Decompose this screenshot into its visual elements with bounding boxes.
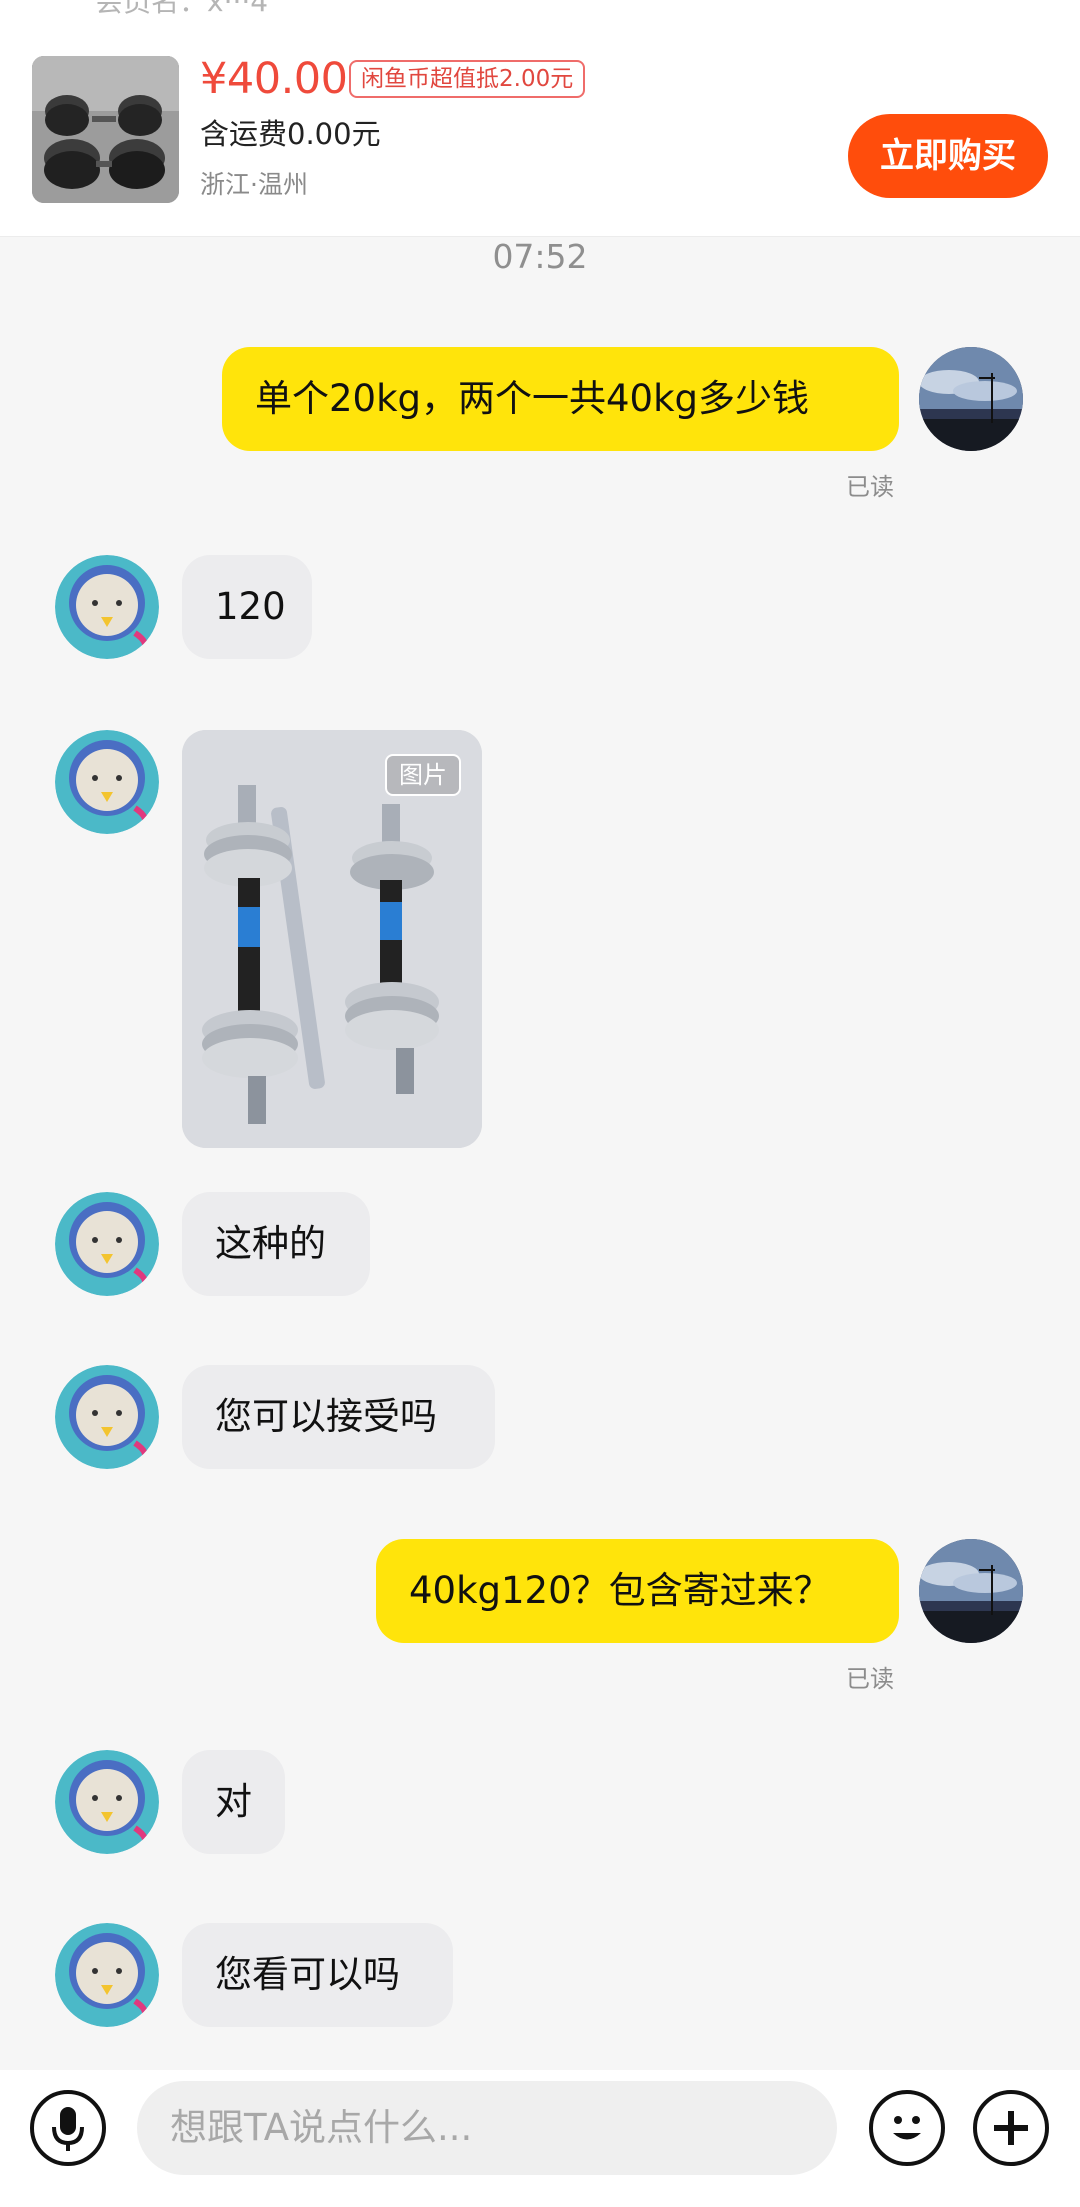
chat-message-seller[interactable]: 对 [182, 1750, 285, 1854]
buy-now-button[interactable]: 立即购买 [848, 114, 1048, 198]
seller-avatar[interactable] [55, 1750, 159, 1854]
chat-timestamp: 07:52 [492, 237, 588, 276]
cat-astronaut-avatar-image [55, 1192, 159, 1296]
voice-input-button[interactable] [30, 2090, 106, 2166]
dumbbell-thumbnail-image [32, 56, 179, 203]
chat-message-seller[interactable]: 您看可以吗 [182, 1923, 453, 2027]
cat-astronaut-avatar-image [55, 555, 159, 659]
message-input-bar: 想跟TA说点什么... [0, 2070, 1080, 2207]
seller-name-partial: 会员名：x···4 [95, 0, 268, 14]
chat-image-message[interactable]: 图片 [182, 730, 482, 1148]
product-location: 浙江·温州 [200, 170, 308, 199]
microphone-icon [52, 2107, 84, 2151]
chat-message-mine[interactable]: 单个20kg，两个一共40kg多少钱 [222, 347, 899, 451]
cat-astronaut-avatar-image [55, 1365, 159, 1469]
chat-message-seller[interactable]: 这种的 [182, 1192, 370, 1296]
read-status: 已读 [846, 473, 894, 501]
product-thumbnail[interactable] [32, 56, 179, 203]
cat-astronaut-avatar-image [55, 1750, 159, 1854]
emoji-button[interactable] [869, 2090, 945, 2166]
read-status: 已读 [846, 1665, 894, 1693]
shipping-fee: 含运费0.00元 [200, 117, 381, 151]
more-options-button[interactable] [973, 2090, 1049, 2166]
seller-avatar[interactable] [55, 1192, 159, 1296]
my-avatar[interactable] [919, 1539, 1023, 1643]
chat-message-seller[interactable]: 您可以接受吗 [182, 1365, 495, 1469]
coin-discount-tag: 闲鱼币超值抵2.00元 [349, 60, 586, 98]
seller-avatar[interactable] [55, 730, 159, 834]
chat-message-mine[interactable]: 40kg120？包含寄过来？ [376, 1539, 899, 1643]
emoji-icon [893, 2116, 921, 2140]
image-label-badge: 图片 [385, 754, 461, 796]
plus-icon [994, 2111, 1028, 2145]
seller-avatar[interactable] [55, 1365, 159, 1469]
chat-message-seller[interactable]: 120 [182, 555, 312, 659]
cat-astronaut-avatar-image [55, 730, 159, 834]
cat-astronaut-avatar-image [55, 1923, 159, 2027]
sky-avatar-image [919, 1539, 1023, 1643]
seller-avatar[interactable] [55, 555, 159, 659]
sky-avatar-image [919, 347, 1023, 451]
seller-avatar[interactable] [55, 1923, 159, 2027]
product-bar[interactable]: ¥40.00 闲鱼币超值抵2.00元 含运费0.00元 浙江·温州 立即购买 [0, 14, 1080, 237]
message-input[interactable]: 想跟TA说点什么... [137, 2081, 837, 2175]
product-price: ¥40.00 [200, 54, 348, 104]
my-avatar[interactable] [919, 347, 1023, 451]
top-partial-header: 会员名：x···4 [0, 0, 1080, 14]
